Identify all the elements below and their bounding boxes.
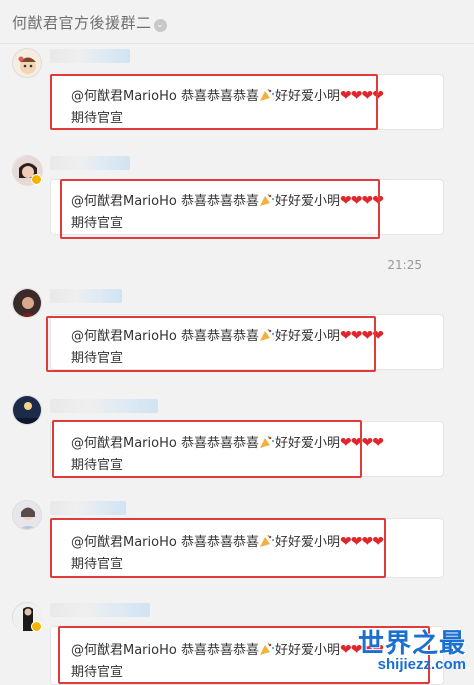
mention-link[interactable]: @何猷君MarioHo xyxy=(71,194,177,209)
avatar[interactable] xyxy=(12,288,42,318)
mention-link[interactable]: @何猷君MarioHo xyxy=(71,329,177,344)
chevron-down-icon[interactable]: ⌄ xyxy=(153,19,167,32)
avatar[interactable] xyxy=(12,602,43,633)
message-content: @何猷君MarioHo 恭喜恭喜恭喜 好好爱小明❤❤❤❤ 期待官宣 xyxy=(71,531,443,576)
site-watermark: 世界之最 shijiezz.com xyxy=(344,623,468,681)
party-popper-icon xyxy=(259,193,274,206)
message-text-line2: 期待官宣 xyxy=(71,111,124,126)
message-bubble[interactable]: @何猷君MarioHo 恭喜恭喜恭喜 好好爱小明❤❤❤❤ 期待官宣 xyxy=(50,314,444,370)
message-text-part1: 恭喜恭喜恭喜 xyxy=(180,329,259,344)
verified-badge-icon xyxy=(31,621,42,632)
hearts-emoji: ❤❤❤❤ xyxy=(340,435,384,451)
message-text-part1: 恭喜恭喜恭喜 xyxy=(180,194,259,209)
mention-link[interactable]: @何猷君MarioHo xyxy=(71,436,177,451)
message-bubble[interactable]: @何猷君MarioHo 恭喜恭喜恭喜 好好爱小明❤❤❤❤ 期待官宣 xyxy=(50,74,444,130)
party-popper-icon xyxy=(259,642,274,655)
avatar[interactable] xyxy=(12,500,42,530)
hearts-emoji: ❤❤❤❤ xyxy=(340,193,384,209)
message-text-line2: 期待官宣 xyxy=(71,216,124,231)
hearts-emoji: ❤❤❤❤ xyxy=(340,88,384,104)
message-bubble[interactable]: @何猷君MarioHo 恭喜恭喜恭喜 好好爱小明❤❤❤❤ 期待官宣 xyxy=(50,421,444,477)
group-title[interactable]: 何猷君官方後援群二 ⌄ xyxy=(12,12,167,33)
hearts-emoji: ❤❤❤❤ xyxy=(340,328,384,344)
mention-link[interactable]: @何猷君MarioHo xyxy=(71,643,177,658)
watermark-title: 世界之最 xyxy=(357,629,466,659)
verified-badge-icon xyxy=(31,174,42,185)
message-text-line2: 期待官宣 xyxy=(71,458,124,473)
sender-name-blurred xyxy=(50,156,130,170)
message-text-part1: 恭喜恭喜恭喜 xyxy=(180,643,259,658)
sender-name-blurred xyxy=(50,399,158,413)
avatar-image xyxy=(13,501,41,529)
avatar[interactable] xyxy=(12,155,43,186)
message-text-part2: 好好爱小明 xyxy=(274,194,340,209)
message-text-part2: 好好爱小明 xyxy=(274,329,340,344)
sender-name-blurred xyxy=(50,501,126,515)
mention-link[interactable]: @何猷君MarioHo xyxy=(71,535,177,550)
message-text-part1: 恭喜恭喜恭喜 xyxy=(180,436,259,451)
message-bubble[interactable]: @何猷君MarioHo 恭喜恭喜恭喜 好好爱小明❤❤❤❤ 期待官宣 xyxy=(50,518,444,578)
party-popper-icon xyxy=(259,328,274,341)
message-timestamp: 21:25 xyxy=(387,258,422,272)
mention-link[interactable]: @何猷君MarioHo xyxy=(71,89,177,104)
hearts-emoji: ❤❤❤❤ xyxy=(340,534,384,550)
message-text-line2: 期待官宣 xyxy=(71,665,124,680)
message-text-line2: 期待官宣 xyxy=(71,557,124,572)
watermark-url: shijiezz.com xyxy=(377,656,466,673)
avatar-image xyxy=(13,396,41,424)
message-text-line2: 期待官宣 xyxy=(71,351,124,366)
chat-header: 何猷君官方後援群二 ⌄ xyxy=(0,0,474,44)
avatar[interactable] xyxy=(12,395,42,425)
message-text-part2: 好好爱小明 xyxy=(274,436,340,451)
message-text-part2: 好好爱小明 xyxy=(274,535,340,550)
message-content: @何猷君MarioHo 恭喜恭喜恭喜 好好爱小明❤❤❤❤ 期待官宣 xyxy=(71,432,443,477)
message-text-part1: 恭喜恭喜恭喜 xyxy=(180,535,259,550)
message-bubble[interactable]: @何猷君MarioHo 恭喜恭喜恭喜 好好爱小明❤❤❤❤ 期待官宣 xyxy=(50,179,444,235)
message-text-part2: 好好爱小明 xyxy=(274,643,340,658)
party-popper-icon xyxy=(259,435,274,448)
message-text-part1: 恭喜恭喜恭喜 xyxy=(180,89,259,104)
group-name: 何猷君官方後援群二 xyxy=(12,14,152,32)
sender-name-blurred xyxy=(50,289,122,303)
sender-name-blurred xyxy=(50,49,130,63)
sender-name-blurred xyxy=(50,603,150,617)
avatar[interactable] xyxy=(12,48,42,78)
avatar-image xyxy=(13,49,41,77)
avatar-image xyxy=(13,289,41,317)
message-content: @何猷君MarioHo 恭喜恭喜恭喜 好好爱小明❤❤❤❤ 期待官宣 xyxy=(71,325,443,370)
message-content: @何猷君MarioHo 恭喜恭喜恭喜 好好爱小明❤❤❤❤ 期待官宣 xyxy=(71,85,443,130)
message-content: @何猷君MarioHo 恭喜恭喜恭喜 好好爱小明❤❤❤❤ 期待官宣 xyxy=(71,190,443,235)
message-text-part2: 好好爱小明 xyxy=(274,89,340,104)
party-popper-icon xyxy=(259,534,274,547)
party-popper-icon xyxy=(259,88,274,101)
